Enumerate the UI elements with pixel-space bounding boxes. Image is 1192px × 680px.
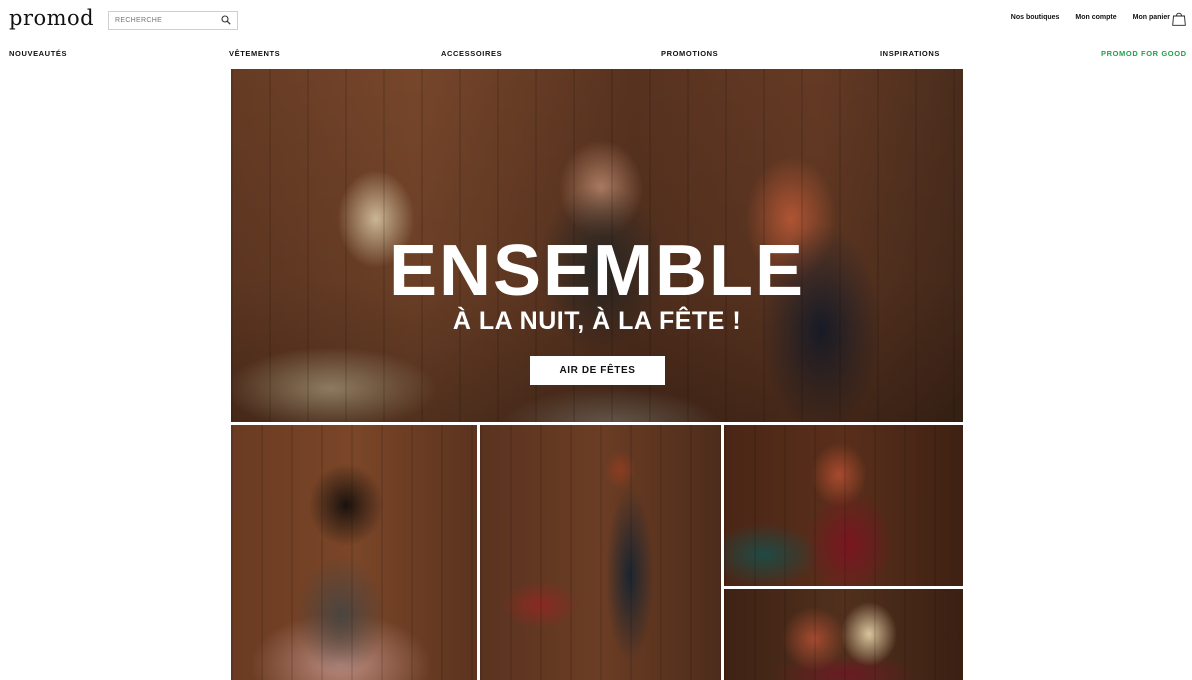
air-de-fetes-button[interactable]: AIR DE FÊTES — [530, 356, 665, 385]
promo-tile-sequin-top[interactable] — [231, 425, 477, 680]
search-icon[interactable] — [221, 15, 231, 25]
search-input[interactable] — [109, 13, 215, 28]
shopping-bag-icon[interactable] — [1172, 11, 1186, 26]
promod-logo[interactable]: promod — [9, 6, 94, 30]
promo-tile-plisse-dress[interactable] — [480, 425, 721, 680]
promo-tile-friends[interactable] — [724, 589, 963, 680]
cart-link[interactable]: Mon panier — [1133, 14, 1170, 21]
account-link[interactable]: Mon compte — [1075, 14, 1116, 21]
promo-tile-red-sweater[interactable] — [724, 425, 963, 586]
account-links: Nos boutiques Mon compte Mon panier — [1011, 14, 1170, 21]
stores-link[interactable]: Nos boutiques — [1011, 14, 1060, 21]
nav-item-promod-for-good[interactable]: PROMOD FOR GOOD — [1101, 49, 1187, 58]
nav-item-vetements[interactable]: VÊTEMENTS — [229, 49, 280, 58]
search-box[interactable] — [108, 11, 238, 30]
main-navigation: NOUVEAUTÉS VÊTEMENTS ACCESSOIRES PROMOTI… — [0, 49, 1192, 61]
hero-banner[interactable]: ENSEMBLE À LA NUIT, À LA FÊTE ! AIR DE F… — [231, 69, 963, 422]
nav-item-accessoires[interactable]: ACCESSOIRES — [441, 49, 502, 58]
nav-item-nouveautes[interactable]: NOUVEAUTÉS — [9, 49, 67, 58]
hero-title: ENSEMBLE — [388, 231, 806, 311]
site-header: promod Nos boutiques Mon compte Mon pani… — [0, 0, 1192, 44]
nav-item-inspirations[interactable]: INSPIRATIONS — [880, 49, 940, 58]
nav-item-promotions[interactable]: PROMOTIONS — [661, 49, 718, 58]
hero-subtitle: À LA NUIT, À LA FÊTE ! — [452, 307, 742, 335]
